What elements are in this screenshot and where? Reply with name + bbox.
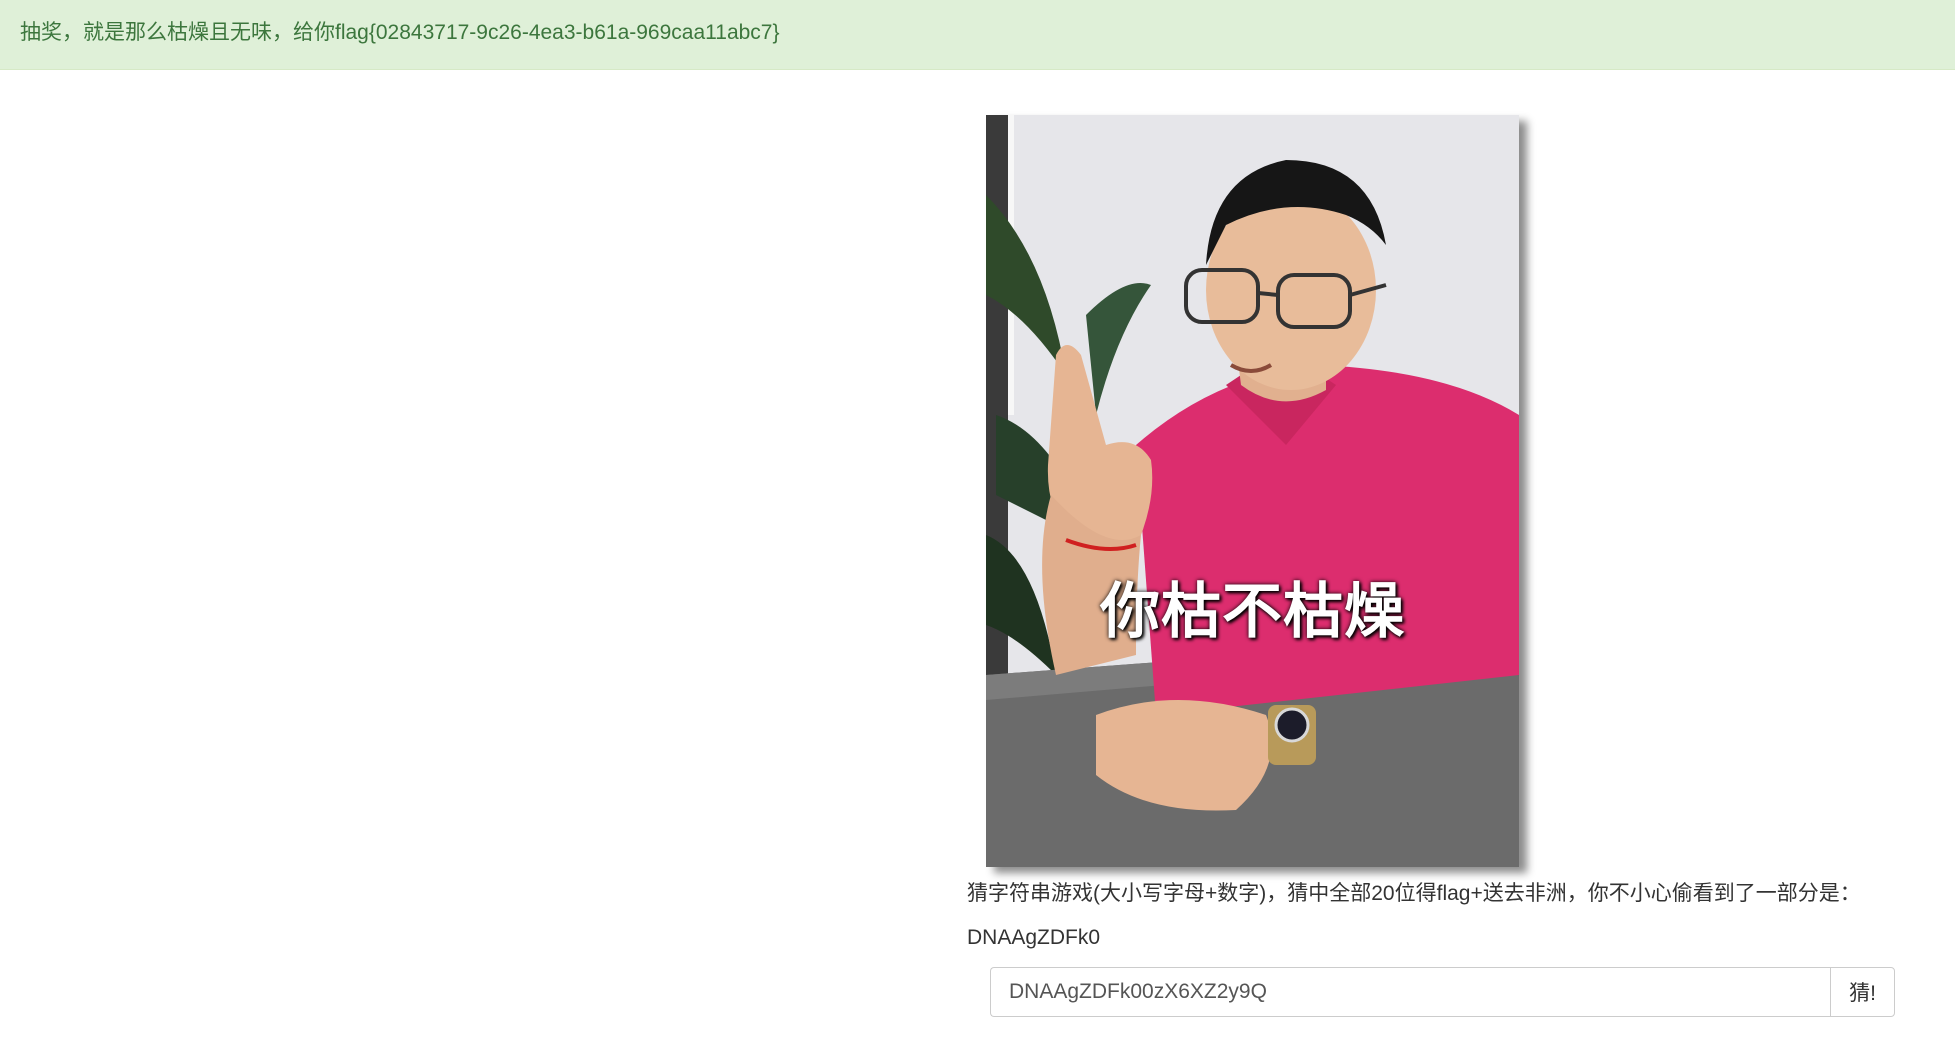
meme-caption: 你枯不枯燥 <box>1100 577 1405 647</box>
main-content: 你枯不枯燥 猜字符串游戏(大小写字母+数字)，猜中全部20位得flag+送去非洲… <box>967 115 1897 1017</box>
game-description: 猜字符串游戏(大小写字母+数字)，猜中全部20位得flag+送去非洲，你不小心偷… <box>967 882 1861 905</box>
meme-image: 你枯不枯燥 <box>986 115 1519 867</box>
success-alert: 抽奖，就是那么枯燥且无味，给你flag{02843717-9c26-4ea3-b… <box>0 0 1955 70</box>
alert-message: 抽奖，就是那么枯燥且无味，给你flag{02843717-9c26-4ea3-b… <box>20 21 780 44</box>
guess-form: 猜! <box>990 967 1895 1017</box>
partial-string: DNAAgZDFk0 <box>967 926 1101 949</box>
meme-illustration <box>986 115 1519 867</box>
guess-input[interactable] <box>990 967 1830 1017</box>
guess-button[interactable]: 猜! <box>1830 967 1895 1017</box>
